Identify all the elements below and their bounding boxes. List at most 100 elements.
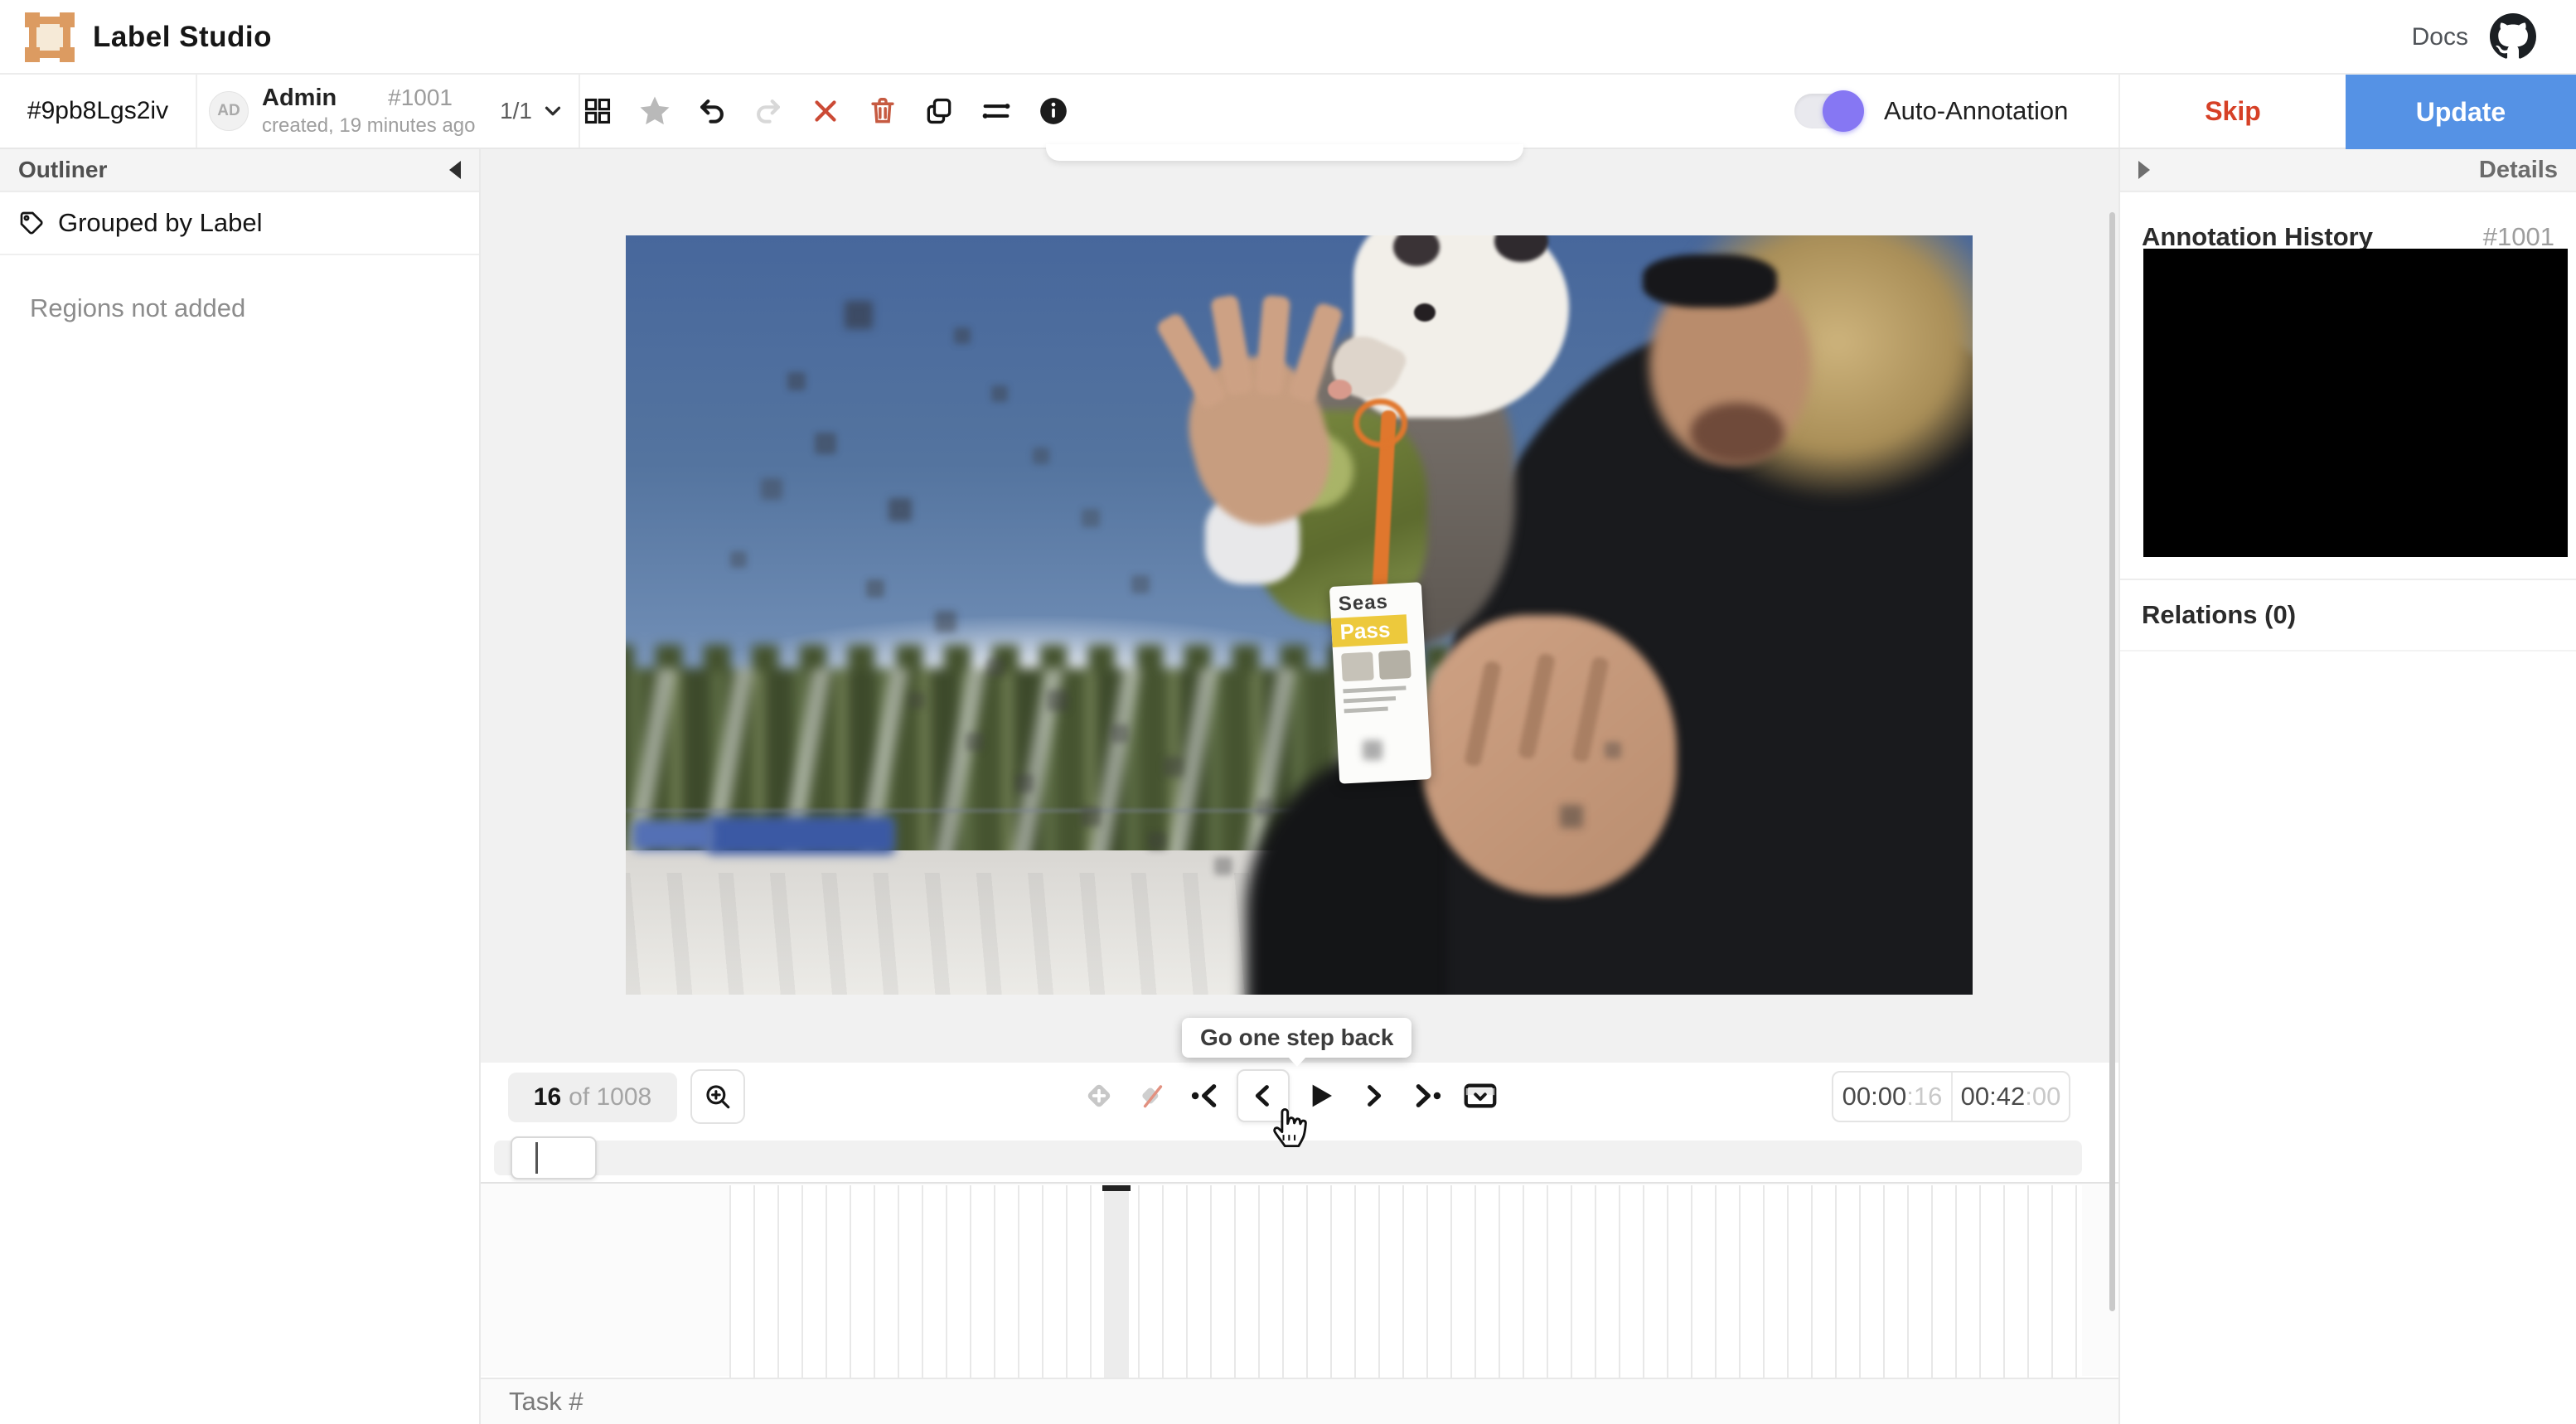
redo-icon bbox=[757, 99, 781, 124]
annotation-history-title: Annotation History bbox=[2142, 222, 2373, 251]
relations-section-header[interactable]: Relations (0) bbox=[2120, 579, 2576, 651]
collapsed-config-bar[interactable] bbox=[1046, 144, 1523, 161]
timeline-footer: Task # bbox=[481, 1378, 2118, 1424]
seek-track[interactable] bbox=[494, 1136, 2082, 1179]
previous-keyframe-button[interactable] bbox=[1183, 1069, 1229, 1122]
timeline-collapse-icon bbox=[1464, 1083, 1497, 1108]
expand-panel-icon[interactable] bbox=[2138, 161, 2150, 179]
chevron-left-icon bbox=[1255, 1085, 1269, 1107]
current-frame-value: 16 bbox=[533, 1083, 562, 1111]
history-video-thumbnail[interactable] bbox=[2143, 249, 2568, 557]
details-panel: Details Annotation History #1001 Relatio… bbox=[2118, 149, 2576, 1424]
collapse-timeline-button[interactable] bbox=[1457, 1069, 1503, 1122]
annotator-name: Admin bbox=[262, 85, 337, 111]
outliner-title: Outliner bbox=[18, 157, 108, 182]
duplicate-annotation-button[interactable] bbox=[922, 88, 957, 134]
toggle-knob bbox=[1823, 90, 1864, 132]
reject-annotation-button[interactable] bbox=[808, 88, 844, 134]
frames-grid[interactable] bbox=[729, 1185, 2082, 1378]
total-time-frames: :00 bbox=[2025, 1082, 2061, 1111]
annotation-history-id: #1001 bbox=[2482, 222, 2554, 251]
regions-empty-message: Regions not added bbox=[30, 293, 246, 322]
relations-order-button[interactable] bbox=[979, 88, 1014, 134]
toggle-interpolation-button[interactable] bbox=[1130, 1069, 1176, 1122]
frame-counter-input[interactable]: 16 of 1008 bbox=[508, 1073, 677, 1122]
total-time-input[interactable]: 00:42:00 bbox=[1951, 1073, 2069, 1121]
label-studio-app: Label Studio Docs #9pb8Lgs2iv AD Admin #… bbox=[0, 0, 2576, 1424]
label-studio-logo-icon[interactable] bbox=[25, 12, 75, 62]
info-icon bbox=[1039, 98, 1067, 124]
current-time-frames: :16 bbox=[1906, 1082, 1943, 1111]
current-time-value: 00:00 bbox=[1842, 1082, 1907, 1111]
auto-annotation-label: Auto-Annotation bbox=[1884, 96, 2069, 125]
trash-icon bbox=[871, 98, 894, 124]
vertical-scrollbar[interactable] bbox=[2109, 212, 2115, 1311]
task-id-label: #9pb8Lgs2iv bbox=[0, 75, 197, 148]
badge-text-top: Seas bbox=[1337, 590, 1389, 616]
add-keyframe-button[interactable] bbox=[1076, 1069, 1122, 1122]
collapse-panel-icon[interactable] bbox=[449, 161, 461, 179]
avatar: AD bbox=[209, 91, 249, 131]
video-season-pass-badge: Seas Pass bbox=[1329, 582, 1431, 785]
badge-text-pass: Pass bbox=[1330, 614, 1407, 648]
auto-annotation-toggle[interactable] bbox=[1794, 90, 1864, 132]
reject-x-icon bbox=[815, 100, 836, 122]
video-lens-spots bbox=[626, 235, 627, 237]
undo-icon bbox=[700, 99, 724, 124]
media-stage: Seas Pass Go one step back bbox=[481, 144, 2118, 1067]
github-icon[interactable] bbox=[2490, 13, 2536, 60]
prev-keyframe-icon bbox=[1192, 1084, 1217, 1107]
seek-playhead bbox=[535, 1142, 538, 1174]
star-icon bbox=[640, 96, 670, 125]
step-forward-button[interactable] bbox=[1350, 1069, 1397, 1122]
timeline-frames[interactable] bbox=[481, 1182, 2118, 1378]
playback-controls bbox=[1076, 1064, 1503, 1127]
annotation-selector: AD Admin #1001 created, 19 minutes ago 1… bbox=[197, 75, 580, 148]
chevron-down-icon bbox=[540, 99, 565, 124]
magnifier-plus-icon bbox=[706, 1085, 730, 1109]
tooltip-go-one-step-back: Go one step back bbox=[1182, 1018, 1412, 1067]
annotation-id: #1001 bbox=[388, 85, 453, 110]
playhead-column[interactable] bbox=[1102, 1185, 1131, 1378]
annotation-pager-dropdown[interactable]: 1/1 bbox=[500, 98, 565, 124]
play-button[interactable] bbox=[1296, 1069, 1343, 1122]
star-button[interactable] bbox=[637, 88, 673, 134]
pager-value: 1/1 bbox=[500, 98, 532, 124]
play-icon bbox=[1312, 1084, 1333, 1107]
seek-viewport-handle[interactable] bbox=[511, 1136, 597, 1179]
app-title: Label Studio bbox=[93, 21, 272, 53]
undo-button[interactable] bbox=[694, 88, 729, 134]
total-frames-label: of 1008 bbox=[569, 1083, 652, 1111]
annotation-toolbar bbox=[580, 75, 1071, 148]
grouping-label: Grouped by Label bbox=[58, 208, 263, 237]
video-canvas[interactable]: Seas Pass bbox=[626, 235, 1973, 995]
info-button[interactable] bbox=[1035, 88, 1071, 134]
grid-icon bbox=[585, 98, 611, 124]
auto-annotation-control: Auto-Annotation bbox=[1794, 75, 2068, 148]
copy-icon bbox=[927, 98, 951, 124]
outliner-panel: Outliner Grouped by Label Regions not ad… bbox=[0, 149, 481, 1424]
total-time-value: 00:42 bbox=[1960, 1082, 2026, 1111]
annotation-menubar: #9pb8Lgs2iv AD Admin #1001 created, 19 m… bbox=[0, 75, 2576, 149]
annotation-workspace: Seas Pass Go one step back 16 of 1008 00… bbox=[481, 144, 2118, 1424]
next-keyframe-button[interactable] bbox=[1403, 1069, 1450, 1122]
delete-annotation-button[interactable] bbox=[864, 88, 900, 134]
keyframe-slash-icon bbox=[1141, 1085, 1162, 1108]
keyframe-add-icon bbox=[1087, 1084, 1111, 1107]
details-title: Details bbox=[2478, 156, 2558, 183]
step-back-button[interactable] bbox=[1236, 1069, 1290, 1122]
update-button[interactable]: Update bbox=[2346, 75, 2576, 149]
current-time-input[interactable]: 00:00:16 bbox=[1833, 1073, 1951, 1121]
skip-button[interactable]: Skip bbox=[2118, 75, 2346, 148]
grid-view-button[interactable] bbox=[580, 88, 616, 134]
zoom-in-button[interactable] bbox=[690, 1069, 745, 1124]
annotation-created-info: created, 19 minutes ago bbox=[262, 114, 476, 137]
swap-arrows-icon bbox=[982, 104, 1010, 119]
time-position-inputs: 00:00:16 00:42:00 bbox=[1832, 1071, 2070, 1122]
relations-title: Relations (0) bbox=[2142, 600, 2297, 629]
docs-link[interactable]: Docs bbox=[2412, 23, 2468, 51]
redo-button[interactable] bbox=[751, 88, 787, 134]
group-by-label-selector[interactable]: Grouped by Label bbox=[0, 192, 479, 255]
tag-icon bbox=[18, 210, 45, 236]
chevron-right-icon bbox=[1367, 1085, 1381, 1107]
